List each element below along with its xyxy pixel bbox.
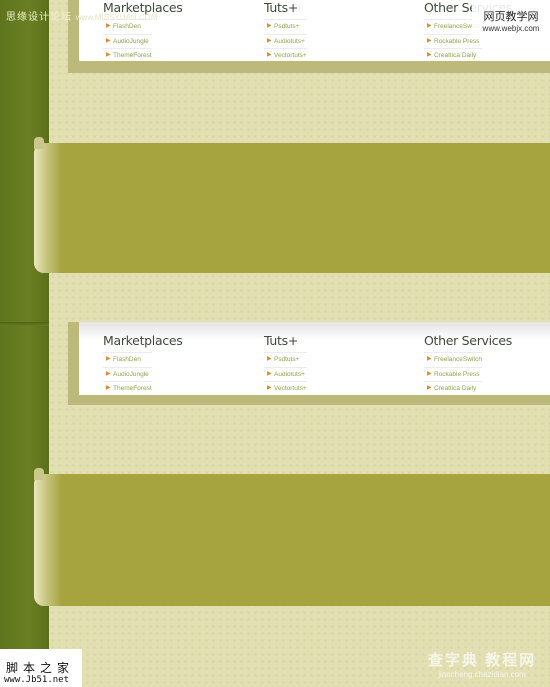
list-item[interactable]: ▶ Audiotuts+ (264, 366, 307, 382)
footer-link-audiotuts[interactable]: Audiotuts+ (274, 38, 305, 45)
link-list: ▶ Psdtuts+ ▶ Audiotuts+ ▶ Vectortuts+ (264, 19, 307, 63)
footer-link-creattica-daily[interactable]: Creattica Daily (434, 385, 476, 392)
column-heading: Tuts+ (264, 0, 299, 15)
column-heading: Tuts+ (264, 333, 299, 348)
watermark-url: www.Jb51.net (4, 675, 70, 685)
list-item[interactable]: ▶ FlashDen (103, 352, 152, 367)
footer-link-themeforest[interactable]: ThemeForest (113, 385, 152, 392)
footer-link-themeforest[interactable]: ThemeForest (113, 52, 152, 59)
list-item[interactable]: ▶ Creattica Daily (424, 381, 483, 396)
arrow-icon: ▶ (106, 385, 111, 391)
link-list: ▶ FreelanceSwitch ▶ Rockable Press ▶ Creatt… (424, 352, 483, 396)
watermark-title: 查字典 教程网 (427, 652, 537, 669)
list-item[interactable]: ▶ Vectortuts+ (264, 381, 307, 396)
footer-link-rockable-press[interactable]: Rockable Press (434, 38, 480, 45)
list-item[interactable]: ▶ Rockable Press (424, 366, 483, 382)
list-item[interactable]: ▶ Psdtuts+ (264, 352, 307, 367)
column-heading: Other Services (424, 333, 512, 348)
list-item[interactable]: ▶ Psdtuts+ (264, 19, 307, 34)
arrow-icon: ▶ (106, 370, 111, 377)
watermark-url: www.webjx.com (482, 24, 540, 33)
link-list: ▶ FlashDen ▶ AudioJungle ▶ ThemeForest (103, 352, 152, 396)
ribbon-tab (34, 468, 44, 480)
watermark-top-right: 网页教学网 www.webjx.com (472, 2, 550, 36)
arrow-icon: ▶ (267, 370, 272, 377)
link-list: ▶ Psdtuts+ ▶ Audiotuts+ ▶ Vectortuts+ (264, 352, 307, 396)
arrow-icon: ▶ (427, 356, 432, 362)
arrow-icon: ▶ (106, 52, 111, 58)
arrow-icon: ▶ (106, 37, 111, 44)
footer-link-freelanceswitch[interactable]: FreelanceSwitch (434, 356, 482, 363)
list-item[interactable]: ▶ FreelanceSwitch (424, 352, 483, 367)
arrow-icon: ▶ (267, 385, 272, 391)
footer-link-audiotuts[interactable]: Audiotuts+ (274, 371, 305, 378)
footer-link-vectortuts[interactable]: Vectortuts+ (274, 52, 307, 59)
footer-link-audiojungle[interactable]: AudioJungle (113, 38, 149, 45)
arrow-icon: ▶ (427, 37, 432, 44)
list-item[interactable]: ▶ Audiotuts+ (264, 33, 307, 49)
footer-link-vectortuts[interactable]: Vectortuts+ (274, 385, 307, 392)
watermark-bottom-left: 脚本之家 www.Jb51.net (0, 649, 82, 687)
list-item[interactable]: ▶ ThemeForest (103, 381, 152, 396)
watermark-url: jiaocheng.chazidian.com (438, 670, 526, 679)
ribbon-tab (34, 137, 44, 149)
arrow-icon: ▶ (267, 23, 272, 29)
list-item[interactable]: ▶ AudioJungle (103, 33, 152, 49)
list-item[interactable]: ▶ Creattica Daily (424, 48, 483, 63)
footer-link-psdtuts[interactable]: Psdtuts+ (274, 356, 299, 363)
footer-link-flashden[interactable]: FlashDen (113, 356, 141, 363)
arrow-icon: ▶ (427, 52, 432, 58)
arrow-icon: ▶ (427, 370, 432, 377)
arrow-icon: ▶ (427, 23, 432, 29)
ribbon-curl (34, 474, 62, 606)
list-item[interactable]: ▶ ThemeForest (103, 48, 152, 63)
footer-link-creattica-daily[interactable]: Creattica Daily (434, 52, 476, 59)
arrow-icon: ▶ (267, 356, 272, 362)
footer-link-psdtuts[interactable]: Psdtuts+ (274, 23, 299, 30)
arrow-icon: ▶ (106, 356, 111, 362)
footer-link-flashden[interactable]: FlashDen (113, 23, 141, 30)
sidebar-fold (0, 322, 49, 326)
watermark-bottom-right: 查字典 教程网 jiaocheng.chazidian.com (418, 649, 546, 685)
footer-link-audiojungle[interactable]: AudioJungle (113, 371, 149, 378)
arrow-icon: ▶ (267, 37, 272, 44)
arrow-icon: ▶ (427, 385, 432, 391)
olive-ribbon-lower (34, 468, 550, 606)
watermark-url: www.MISSYUAN.COM (75, 13, 158, 22)
footer-panel-lower: Marketplaces ▶ FlashDen ▶ AudioJungle ▶ The… (79, 322, 550, 395)
watermark-title: 脚本之家 (6, 661, 75, 675)
arrow-icon: ▶ (267, 52, 272, 58)
list-item[interactable]: ▶ AudioJungle (103, 366, 152, 382)
olive-ribbon-upper (34, 137, 550, 273)
column-heading: Marketplaces (103, 333, 183, 348)
footer-link-rockable-press[interactable]: Rockable Press (434, 371, 480, 378)
watermark-title: 网页教学网 (483, 11, 539, 23)
link-list: ▶ FlashDen ▶ AudioJungle ▶ ThemeForest (103, 19, 152, 63)
ribbon-curl (34, 143, 62, 273)
list-item[interactable]: ▶ Vectortuts+ (264, 48, 307, 63)
watermark-text: 思缘设计论坛 (6, 12, 72, 23)
watermark-top-left: 思缘设计论坛 www.MISSYUAN.COM (6, 8, 158, 23)
